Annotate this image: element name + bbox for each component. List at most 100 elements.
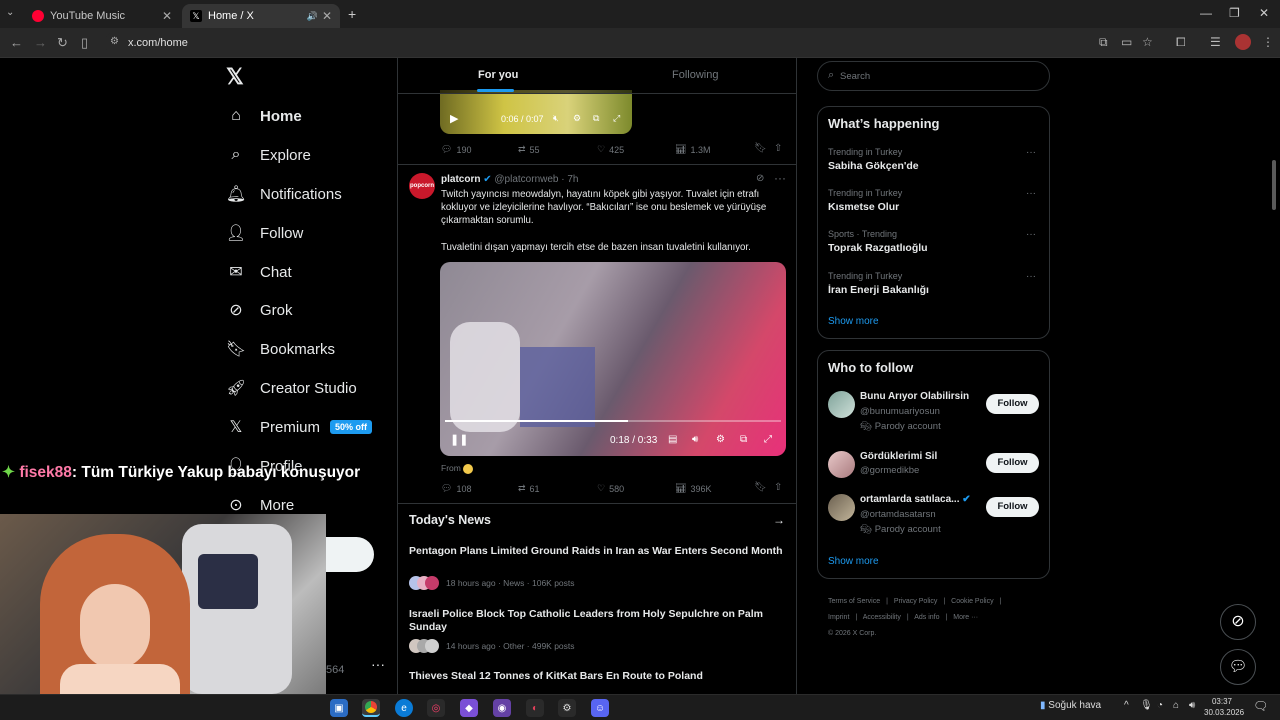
account-more-icon[interactable]: ··· (371, 656, 385, 672)
file-explorer-icon[interactable]: ▣ (330, 699, 348, 717)
tab-home-x[interactable]: 𝕏 Home / X 🔊 ✕ (182, 4, 340, 28)
pip-icon[interactable]: ⧉ (593, 113, 599, 124)
close-icon[interactable]: ✕ (322, 9, 332, 23)
pip-icon[interactable]: ⧉ (740, 434, 747, 445)
forward-icon[interactable]: → (34, 35, 47, 50)
translate-icon[interactable]: ⧉ (1099, 35, 1108, 50)
reload-icon[interactable]: ↻ (57, 35, 68, 51)
footer-link[interactable]: Accessibility (863, 614, 901, 621)
nav-item-premium[interactable]: 𝕏 Premium 50% off (226, 412, 373, 442)
new-tab-button[interactable]: + (348, 6, 356, 22)
minimize-icon[interactable]: — (1200, 6, 1212, 20)
nav-item-follow[interactable]: 👤︎ Follow (226, 218, 304, 248)
network-icon[interactable]: ⌂ (1173, 700, 1179, 711)
chrome-icon[interactable] (362, 699, 380, 717)
post-handle[interactable]: @platcornweb (494, 174, 558, 185)
trend-item[interactable]: Trending in Turkey Kısmetse Olur (828, 188, 1038, 213)
grok-icon[interactable]: ⊘ (756, 173, 764, 184)
mute-icon[interactable]: 🔇︎ (553, 113, 559, 124)
notification-icon[interactable]: 🗨︎ (1253, 699, 1268, 713)
site-info-icon[interactable]: ⚙ (110, 36, 119, 47)
nav-item-creator-studio[interactable]: 🚀︎ Creator Studio (226, 373, 357, 403)
twitch-icon[interactable]: ◉ (493, 699, 511, 717)
post-video[interactable]: ❚❚ 0:18 / 0:33 ▤ 🔊︎ ⚙ ⧉ ⤢ (440, 262, 786, 456)
pause-icon[interactable]: ❚❚ (450, 433, 468, 446)
like-action[interactable]: ♡ 425 (597, 144, 624, 155)
search-input[interactable]: ⌕ Search (817, 61, 1050, 91)
nav-item-home[interactable]: ⌂ Home (226, 101, 302, 131)
top-video-thumbnail[interactable]: ▶ 0:06 / 0:07 🔇︎ ⚙ ⧉ ⤢ (440, 90, 632, 134)
tab-for-you[interactable]: For you (478, 69, 518, 81)
play-icon[interactable]: ▶ (450, 112, 458, 125)
repost-action[interactable]: ⇄ 61 (518, 483, 540, 494)
clock[interactable]: 03:37 30.03.2026 (1204, 696, 1244, 718)
footer-link[interactable]: More ··· (953, 614, 978, 621)
follow-button[interactable]: Follow (986, 497, 1039, 517)
tab-list-icon[interactable]: ⌄ (6, 7, 14, 18)
reply-action[interactable]: 💬︎ 190 (441, 144, 471, 155)
reply-action[interactable]: 💬︎ 108 (441, 483, 471, 494)
source-avatar[interactable] (463, 463, 474, 474)
close-window-icon[interactable]: ✕ (1259, 6, 1269, 20)
avatar[interactable] (828, 494, 855, 521)
chat-float-button[interactable]: 💬︎ (1220, 649, 1256, 685)
obs-icon[interactable]: ◐ (526, 699, 544, 717)
sidebar-icon[interactable]: ▯ (81, 35, 88, 51)
volume-icon[interactable]: 🔊︎ (692, 434, 698, 445)
bookmark-star-icon[interactable]: ☆ (1142, 35, 1153, 49)
tray-chevron-icon[interactable]: ^ (1124, 700, 1129, 711)
settings-icon[interactable]: ⚙ (558, 699, 576, 717)
follow-button[interactable]: Follow (986, 453, 1039, 473)
repost-action[interactable]: ⇄ 55 (518, 144, 540, 155)
post-author[interactable]: platcorn (441, 174, 480, 185)
tab-search-icon[interactable]: ☰ (1210, 35, 1221, 49)
speaker-icon[interactable]: 🔊 (307, 11, 318, 22)
app-icon[interactable]: ◆ (460, 699, 478, 717)
menu-icon[interactable]: ⋮ (1262, 35, 1274, 49)
nav-item-notifications[interactable]: 🔔︎ Notifications (226, 179, 342, 209)
suggestion-name[interactable]: Bunu Arıyor Olabilirsin (860, 391, 980, 402)
music-app-icon[interactable]: ◎ (427, 699, 445, 717)
settings-icon[interactable]: ⚙ (573, 113, 581, 124)
suggestion-name[interactable]: Gördüklerimi Sil (860, 451, 980, 462)
post-more-icon[interactable]: ··· (774, 171, 786, 185)
trend-item[interactable]: Sports · Trending Toprak Razgatlıoğlu (828, 229, 1038, 254)
headset-icon[interactable]: ◔ (1157, 700, 1163, 711)
grok-float-button[interactable]: ⊘ (1220, 604, 1256, 640)
close-icon[interactable]: ✕ (162, 9, 172, 23)
news-item-title[interactable]: Thieves Steal 12 Tonnes of KitKat Bars E… (409, 670, 784, 683)
avatar[interactable]: popcorn (409, 173, 435, 199)
fullscreen-icon[interactable]: ⤢ (764, 434, 772, 445)
edge-icon[interactable]: e (395, 699, 413, 717)
tab-following[interactable]: Following (672, 69, 718, 81)
nav-item-bookmarks[interactable]: 🔖︎ Bookmarks (226, 334, 335, 364)
page-scrollbar[interactable] (1272, 160, 1276, 210)
views-action[interactable]: 📊︎ 1.3M (675, 144, 710, 155)
show-more-link[interactable]: Show more (828, 316, 879, 327)
share-icon[interactable]: ⇧ (774, 143, 782, 154)
discord-icon[interactable]: ☺ (591, 699, 609, 717)
show-more-link[interactable]: Show more (828, 556, 879, 567)
settings-icon[interactable]: ⚙ (716, 434, 725, 445)
trend-item[interactable]: Trending in Turkey Sabiha Gökçen'de (828, 147, 1038, 172)
bookmark-icon[interactable]: 🔖︎ (754, 143, 767, 154)
nav-item-chat[interactable]: ✉ Chat (226, 257, 291, 287)
follow-button[interactable]: Follow (986, 394, 1039, 414)
footer-link[interactable]: Terms of Service (828, 598, 880, 605)
views-action[interactable]: 📊︎ 396K (675, 483, 711, 494)
fullscreen-icon[interactable]: ⤢ (613, 113, 620, 124)
trend-more-icon[interactable]: ··· (1026, 188, 1036, 199)
avatar[interactable] (828, 391, 855, 418)
weather-widget[interactable]: ▮ Soğuk hava (1040, 700, 1101, 711)
trend-item[interactable]: Trending in Turkey İran Enerji Bakanlığı (828, 271, 1038, 296)
suggestion-name-row[interactable]: ortamlarda satılaca... ✔ (860, 494, 971, 505)
footer-link[interactable]: Imprint (828, 614, 849, 621)
restore-icon[interactable]: ❐ (1229, 6, 1240, 20)
nav-item-explore[interactable]: ⌕ Explore (226, 140, 311, 170)
extensions-icon[interactable]: ⧠ (1176, 35, 1186, 50)
footer-link[interactable]: Ads info (914, 614, 939, 621)
captions-icon[interactable]: ▤ (668, 434, 677, 445)
nav-item-grok[interactable]: ⊘ Grok (226, 295, 292, 325)
arrow-right-icon[interactable]: → (773, 513, 785, 527)
trend-more-icon[interactable]: ··· (1026, 147, 1036, 158)
